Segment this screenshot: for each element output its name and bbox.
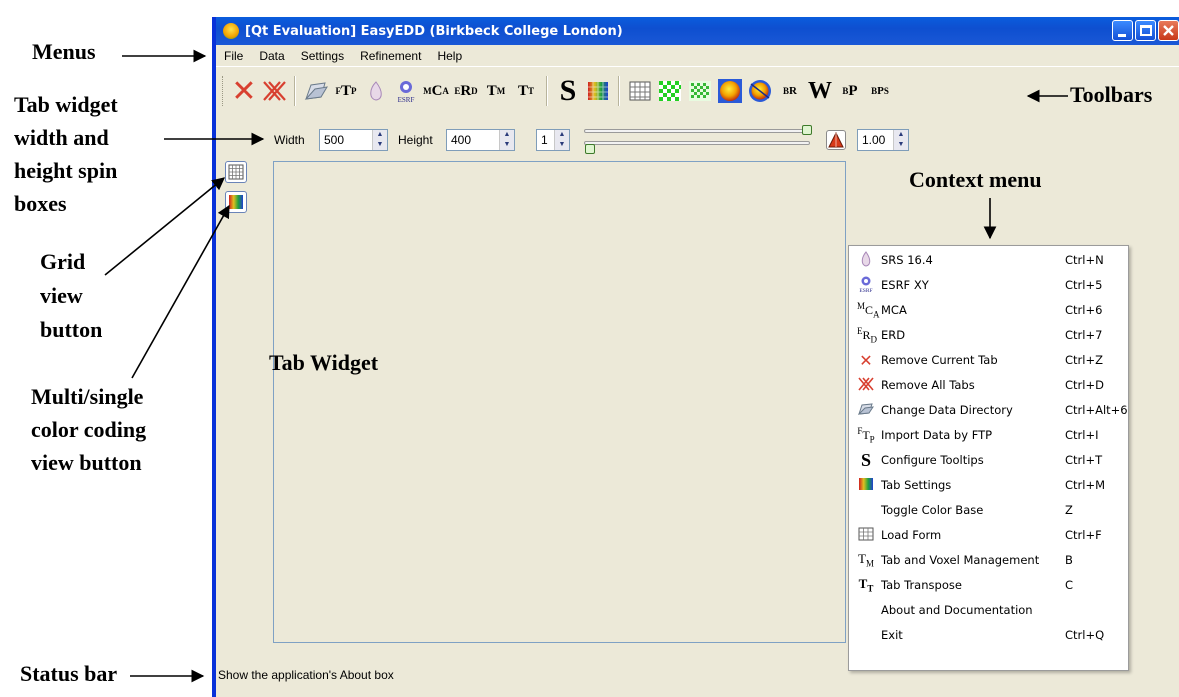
annotation-arrows — [104, 49, 1068, 683]
color-button-arrow — [131, 204, 230, 379]
grid-button-arrow — [104, 177, 225, 276]
